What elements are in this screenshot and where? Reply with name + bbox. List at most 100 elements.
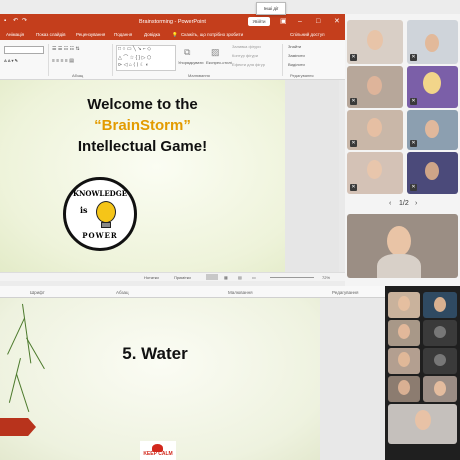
participant-tile[interactable]	[423, 320, 457, 346]
speaker-tile[interactable]	[388, 404, 457, 444]
shape-effects-button[interactable]: Ефекти для фігур	[232, 62, 265, 67]
group-editing: Редагування	[290, 73, 314, 78]
participant-tile[interactable]	[423, 376, 457, 402]
previous-page-icon[interactable]: ‹	[389, 200, 391, 207]
group-drawing: Малювання	[228, 290, 253, 295]
participant-tile[interactable]: ✕	[407, 110, 458, 150]
replace-button[interactable]: Замінити	[288, 53, 305, 58]
slide-title-line3: Intellectual Game!	[77, 138, 208, 155]
gallery-pager: 1/2	[399, 200, 409, 207]
shape-fill-button[interactable]: Заливка фігури	[232, 44, 261, 49]
ribbon-display-icon[interactable]: ▣	[280, 17, 287, 26]
shape-outline-button[interactable]: Контур фігури	[232, 53, 258, 58]
arrange-button[interactable]: Упорядкувати	[178, 60, 204, 65]
mic-muted-icon: ✕	[350, 184, 357, 191]
share-button[interactable]: Спільний доступ	[290, 32, 325, 37]
ribbon: A A ▾ ✎ ☰ ☰ ☷ ☷ ⇅ ≡ ≡ ≡ ≡ ▤ Абзац □ ○ ▭ …	[0, 40, 345, 80]
slideshow-view-icon[interactable]: ▭	[252, 275, 256, 280]
participant-face	[425, 120, 439, 138]
tab-slide-show[interactable]: Показ слайдів	[36, 32, 65, 37]
reading-view-icon[interactable]: ▤	[238, 275, 242, 280]
participant-tile[interactable]: ✕	[347, 66, 403, 108]
group-drawing: Малювання	[188, 73, 210, 78]
participant-tile[interactable]	[423, 348, 457, 374]
mic-muted-icon: ✕	[410, 54, 417, 61]
participant-face	[398, 380, 410, 395]
slide-editor-area: Welcome to the “BrainStorm” Intellectual…	[0, 80, 345, 272]
paragraph-list-icons[interactable]: ☰ ☰ ☷ ☷ ⇅	[52, 46, 80, 52]
tab-view[interactable]: Подання	[114, 32, 132, 37]
top-screen-share: ▪ ↶ ↷ Brainstorming - PowerPoint Увійти …	[0, 0, 460, 286]
participant-face	[398, 352, 410, 367]
participant-tile[interactable]	[388, 376, 420, 402]
participant-tile[interactable]: ✕	[347, 20, 403, 64]
mic-muted-icon: ✕	[410, 140, 417, 147]
group-paragraph: Абзац	[72, 73, 84, 78]
tab-animations[interactable]: Анімація	[6, 32, 24, 37]
participant-tile[interactable]: ✕	[407, 20, 458, 64]
group-editing: Редагування	[332, 290, 359, 295]
participant-tile[interactable]	[388, 348, 420, 374]
normal-view-icon[interactable]	[206, 274, 218, 280]
arrange-icon[interactable]: ⧉	[184, 47, 190, 58]
minimize-icon[interactable]: –	[298, 17, 302, 26]
close-icon[interactable]: ✕	[334, 17, 340, 26]
font-format-icons[interactable]: A A ▾ ✎	[4, 58, 18, 63]
sign-in-button[interactable]: Увійти	[248, 17, 270, 26]
participant-face	[415, 410, 431, 430]
slide-welcome[interactable]: Welcome to the “BrainStorm” Intellectual…	[0, 80, 285, 272]
participant-face	[434, 297, 446, 312]
logo-power-text: POWER	[82, 231, 118, 240]
participant-tile[interactable]	[423, 292, 457, 318]
mic-muted-icon: ✕	[410, 184, 417, 191]
mic-muted-icon: ✕	[350, 98, 357, 105]
paragraph-align-icons[interactable]: ≡ ≡ ≡ ≡ ▤	[52, 58, 74, 64]
slide-sorter-icon[interactable]: ▦	[224, 275, 228, 280]
quick-styles-icon[interactable]: ▨	[211, 47, 220, 58]
ribbon-collapsed: Шрифт Абзац Малювання Редагування	[0, 286, 385, 298]
participant-tile[interactable]: ✕	[347, 110, 403, 150]
ribbon-tabs: Анімація Показ слайдів Рецензування Пода…	[0, 30, 345, 40]
keep-calm-image: KEEP CALM	[140, 441, 176, 460]
participant-tile[interactable]: ✕	[347, 152, 403, 194]
select-button[interactable]: Виділити	[288, 62, 305, 67]
participant-shoulders	[377, 254, 421, 278]
tab-review[interactable]: Рецензування	[76, 32, 105, 37]
participant-tile[interactable]: ✕	[407, 66, 458, 108]
participant-tile[interactable]: ✕	[407, 152, 458, 194]
participant-face	[367, 30, 383, 50]
participant-face	[423, 72, 441, 94]
participant-tile[interactable]	[388, 292, 420, 318]
participant-tile[interactable]	[388, 320, 420, 346]
avatar-placeholder-icon	[434, 354, 446, 366]
window-title: Brainstorming - PowerPoint	[139, 19, 206, 25]
next-page-icon[interactable]: ›	[415, 200, 417, 207]
shape-gallery-row-3: ⊳ ◁ ⌂ ⟨ ⟩ ☾ ◐	[118, 62, 149, 68]
comments-button[interactable]: Примітки	[174, 275, 191, 280]
tab-help[interactable]: Довідка	[144, 32, 160, 37]
notes-button[interactable]: Нотатки	[144, 275, 159, 280]
video-gallery-bottom	[385, 286, 460, 460]
zoom-level[interactable]: 72%	[322, 275, 330, 280]
shape-gallery-row-1: □ ○ ▭ ╲ ↘ ⌐ ◇	[118, 46, 152, 52]
logo-knowledge-text: KNOWLEDGE	[72, 189, 128, 198]
title-bar: ▪ ↶ ↷ Brainstorming - PowerPoint Увійти …	[0, 14, 345, 30]
maximize-icon[interactable]: □	[316, 17, 320, 26]
slide-question[interactable]: 5. Water KEEP CALM	[0, 298, 320, 460]
lightbulb-icon: 💡	[172, 32, 178, 37]
participant-face	[434, 381, 446, 396]
speaker-tile[interactable]	[347, 214, 458, 278]
group-paragraph: Абзац	[116, 290, 129, 295]
red-ribbon-decoration	[0, 418, 36, 436]
question-title: 5. Water	[122, 344, 188, 363]
tell-me-search[interactable]: Скажіть, що потрібно зробити	[181, 32, 243, 37]
participant-face	[398, 296, 410, 311]
slide-title-line1: Welcome to the	[87, 96, 198, 113]
find-button[interactable]: Знайти	[288, 44, 301, 49]
quick-styles-button[interactable]: Експрес-стилі	[206, 60, 232, 65]
zoom-slider[interactable]	[270, 277, 314, 278]
mic-muted-icon: ✕	[410, 98, 417, 105]
participant-face	[387, 226, 411, 256]
font-size-box[interactable]	[4, 46, 44, 54]
mic-muted-icon: ✕	[350, 54, 357, 61]
